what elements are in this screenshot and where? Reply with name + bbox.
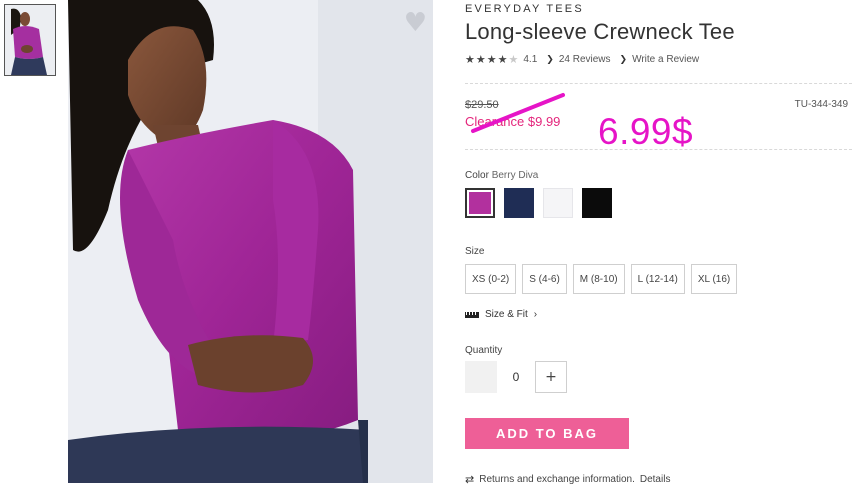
- product-category: EVERYDAY TEES: [465, 3, 584, 15]
- selected-color-name: Berry Diva: [491, 170, 539, 181]
- star-icon: ★: [475, 53, 486, 66]
- size-option-button[interactable]: XS (0-2): [465, 264, 517, 294]
- exchange-arrows-icon: ⇄: [465, 473, 475, 486]
- handwritten-strikethrough: [471, 93, 565, 133]
- star-icon: ★: [508, 53, 519, 66]
- color-label: Color: [465, 170, 489, 181]
- rating-stars: ★ ★ ★ ★ ★: [465, 53, 518, 66]
- chevron-right-icon: ❯: [546, 54, 554, 65]
- ruler-icon: [465, 311, 479, 318]
- chevron-right-icon: ›: [533, 309, 538, 320]
- color-swatch[interactable]: [582, 188, 612, 218]
- divider: [465, 149, 852, 150]
- size-option-button[interactable]: M (8-10): [572, 264, 625, 294]
- returns-text: Returns and exchange information.: [479, 474, 635, 485]
- chevron-right-icon: ❯: [619, 54, 628, 65]
- size-fit-label: Size & Fit: [485, 309, 528, 320]
- product-thumbnail[interactable]: [4, 4, 56, 76]
- star-icon: ★: [497, 53, 508, 66]
- product-sku: TU-344-349: [794, 99, 848, 110]
- quantity-decrease-button[interactable]: [465, 361, 497, 393]
- product-hero-image: ♥: [68, 0, 433, 483]
- color-swatch[interactable]: [504, 188, 534, 218]
- size-options: XS (0-2) S (4-6) M (8-10) L (12-14) XL (16): [465, 264, 738, 294]
- returns-details-link[interactable]: Details: [640, 474, 671, 485]
- color-swatches: [465, 188, 612, 218]
- divider: [465, 83, 852, 84]
- rating-value: 4.1: [523, 54, 538, 65]
- quantity-label: Quantity: [465, 345, 503, 356]
- reviews-link[interactable]: 24 Reviews: [559, 54, 611, 65]
- thumbnail-image: [5, 5, 55, 75]
- quantity-value[interactable]: 0: [497, 370, 535, 384]
- color-swatch[interactable]: [543, 188, 573, 218]
- add-to-bag-button[interactable]: ADD TO BAG: [465, 418, 629, 449]
- size-fit-link[interactable]: Size & Fit ›: [465, 309, 537, 320]
- size-label: Size: [465, 246, 485, 257]
- color-swatch[interactable]: [465, 188, 495, 218]
- rating-row: ★ ★ ★ ★ ★ 4.1 ❯ 24 Reviews ❯ Write a Review: [465, 53, 699, 66]
- star-icon: ★: [486, 53, 497, 66]
- product-info-panel: EVERYDAY TEES Long-sleeve Crewneck Tee ★…: [465, 0, 852, 486]
- size-option-button[interactable]: XL (16): [690, 264, 738, 294]
- write-review-link[interactable]: Write a Review: [632, 54, 699, 65]
- star-icon: ★: [465, 53, 475, 66]
- returns-info: ⇄ Returns and exchange information. Deta…: [465, 473, 670, 486]
- quantity-stepper: 0 +: [465, 361, 567, 393]
- handwritten-new-price: 6.99$: [598, 111, 694, 152]
- favorite-heart-icon[interactable]: ♥: [404, 10, 427, 36]
- model-photo: [68, 0, 433, 483]
- color-label-row: Color Berry Diva: [465, 170, 538, 181]
- size-option-button[interactable]: L (12-14): [630, 264, 685, 294]
- quantity-increase-button[interactable]: +: [535, 361, 567, 393]
- product-title: Long-sleeve Crewneck Tee: [465, 19, 735, 44]
- size-option-button[interactable]: S (4-6): [522, 264, 567, 294]
